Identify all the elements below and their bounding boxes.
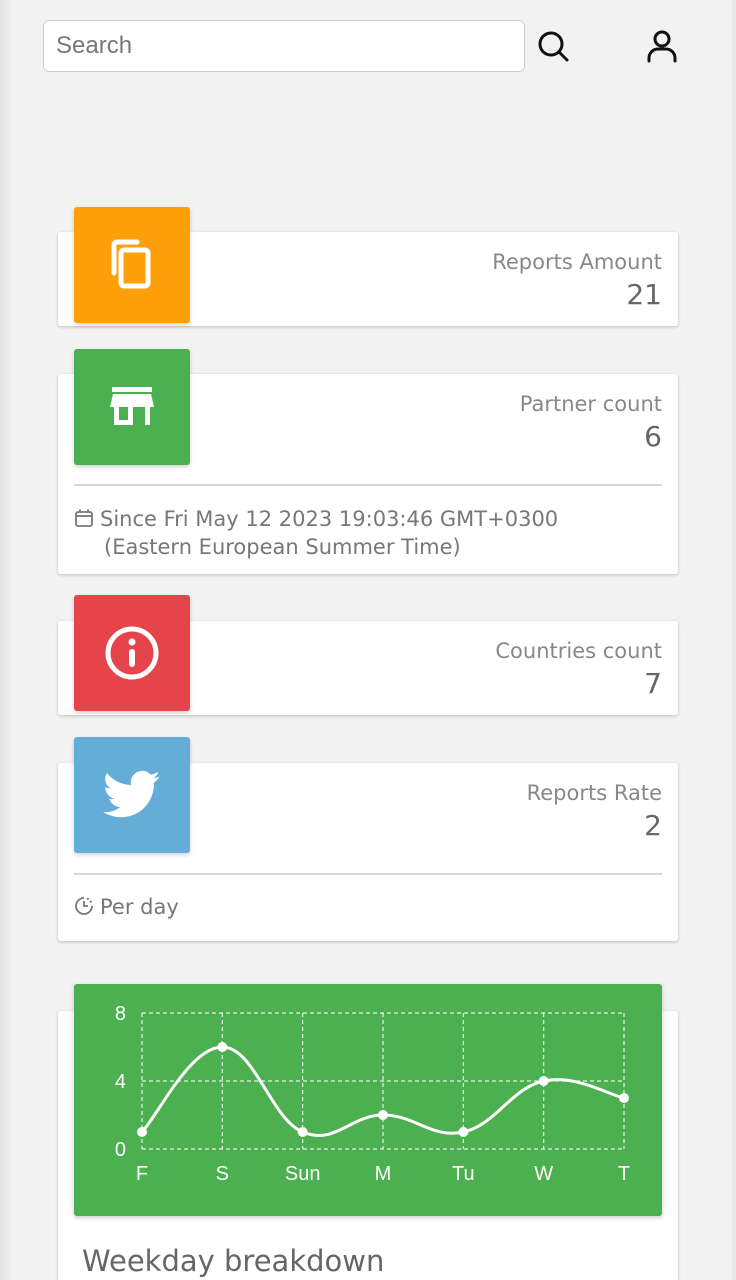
card-value: 21 [626,278,662,311]
dashboard-page: Reports Amount 21 Partner count 6 Since … [0,0,736,1280]
card-title: Countries count [495,639,662,663]
x-tick-label: F [136,1163,148,1185]
partner-count-tile [74,349,190,465]
card-value: 2 [644,809,662,842]
rate-period-text: Per day [100,895,179,919]
left-edge-shadow [0,0,12,1280]
y-tick-label: 8 [115,1003,126,1025]
data-point [538,1076,549,1086]
x-tick-label: M [375,1163,392,1185]
card-title: Reports Rate [526,781,662,805]
card-divider [74,484,662,486]
user-account-button[interactable] [640,24,684,68]
y-tick-label: 0 [115,1139,126,1161]
card-title: Reports Amount [492,250,662,274]
chart-title: Weekday breakdown [82,1244,385,1278]
data-point [217,1042,228,1052]
countries-count-tile [74,595,190,711]
x-tick-label: Tu [452,1163,475,1185]
data-point [137,1127,147,1137]
x-tick-label: Sun [285,1163,321,1185]
clock-icon [75,897,93,915]
copy-icon [111,239,151,289]
x-tick-label: T [618,1163,630,1185]
card-value: 7 [644,667,662,700]
x-tick-label: W [534,1163,553,1185]
card-footer: Per day [74,893,662,921]
data-point [297,1127,308,1137]
weekday-line-chart: 0 4 8 F S Sun M Tu W T [115,1003,630,1185]
card-title: Partner count [519,392,662,416]
user-icon [647,30,677,63]
twitter-icon [103,770,161,818]
since-date-text: Since Fri May 12 2023 19:03:46 GMT+0300 [100,507,559,531]
card-value: 6 [644,420,662,453]
data-point [458,1127,469,1137]
search-icon [538,31,569,62]
card-footer: Since Fri May 12 2023 19:03:46 GMT+0300 … [74,505,662,561]
weekday-chart-panel: 0 4 8 F S Sun M Tu W T [74,984,662,1216]
data-point [619,1093,629,1103]
right-edge-shadow [732,0,736,1280]
search-input[interactable] [43,20,525,72]
calendar-icon [75,509,93,527]
card-divider [74,873,662,875]
data-point [378,1110,388,1120]
search-button[interactable] [531,24,575,68]
info-icon [105,626,159,680]
x-tick-label: S [216,1163,229,1185]
reports-amount-tile [74,207,190,323]
store-icon [110,387,154,425]
timezone-text: (Eastern European Summer Time) [104,535,461,559]
reports-rate-tile [74,737,190,853]
y-tick-label: 4 [115,1071,126,1093]
